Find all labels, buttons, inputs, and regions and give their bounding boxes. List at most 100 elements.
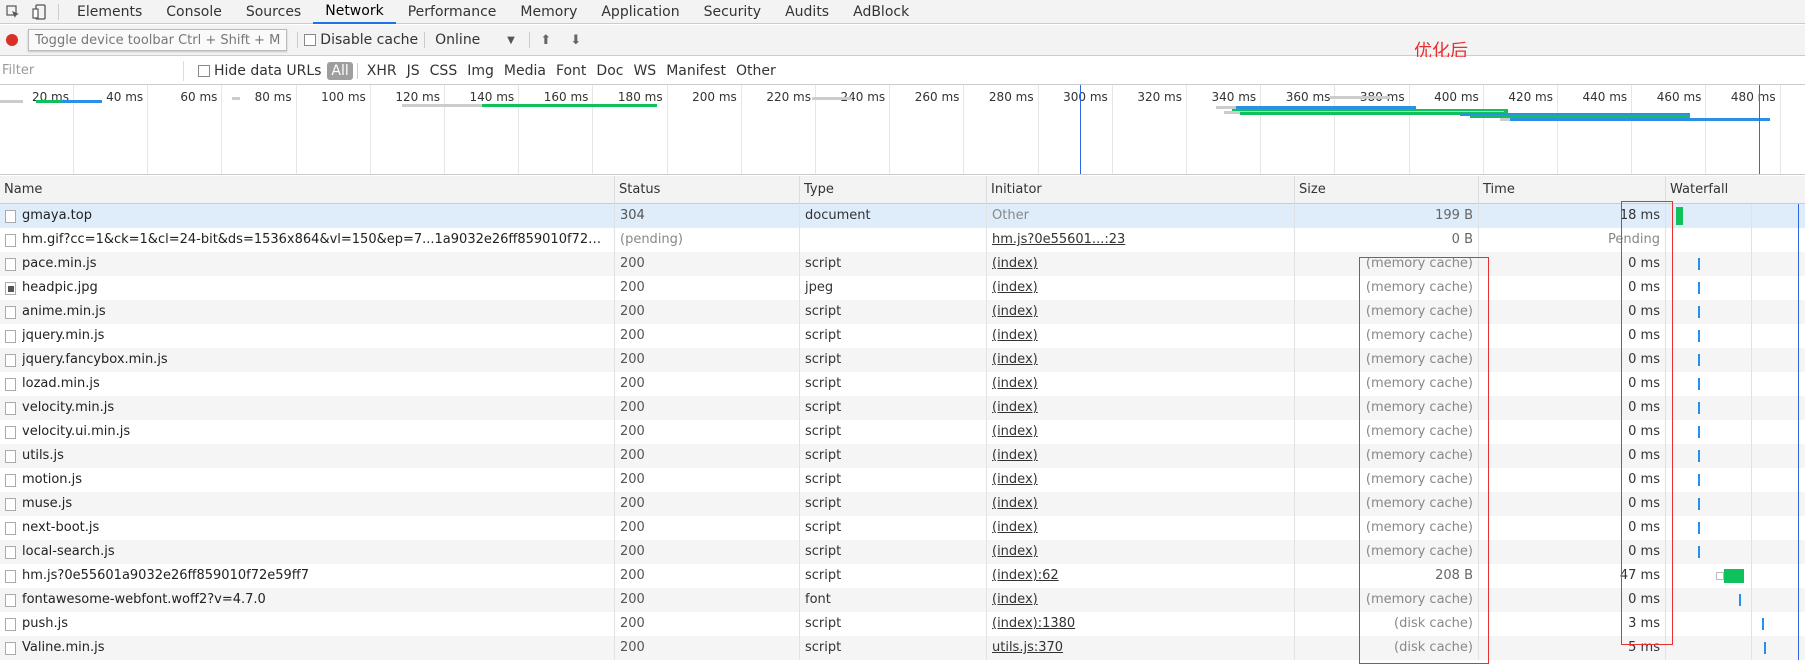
initiator-link[interactable]: hm.js?0e55601...:23 bbox=[992, 232, 1125, 247]
table-row[interactable]: motion.js 200 script (index) (memory cache) 0… bbox=[0, 468, 1805, 492]
initiator-link[interactable]: (index) bbox=[992, 352, 1038, 367]
filter-type-all[interactable]: All bbox=[327, 61, 353, 80]
table-row[interactable]: jquery.min.js 200 script (index) (memory cac… bbox=[0, 324, 1805, 348]
table-row[interactable]: gmaya.top 304 document Other 199 B 18 ms bbox=[0, 204, 1805, 228]
request-name-cell[interactable]: motion.js bbox=[0, 468, 615, 492]
tab-adblock[interactable]: AdBlock bbox=[841, 0, 921, 24]
request-name-cell[interactable]: jquery.fancybox.min.js bbox=[0, 348, 615, 372]
disable-cache-checkbox[interactable] bbox=[304, 34, 317, 46]
throttle-select[interactable]: Online bbox=[435, 32, 505, 48]
filter-type-doc[interactable]: Doc bbox=[591, 63, 628, 79]
initiator-link[interactable]: (index) bbox=[992, 256, 1038, 271]
request-name-cell[interactable]: muse.js bbox=[0, 492, 615, 516]
initiator-link[interactable]: utils.js:370 bbox=[992, 640, 1063, 655]
initiator-link[interactable]: (index):62 bbox=[992, 568, 1059, 583]
initiator-link[interactable]: (index) bbox=[992, 280, 1038, 295]
column-header-size[interactable]: Size bbox=[1295, 176, 1479, 204]
table-row[interactable]: velocity.ui.min.js 200 script (index) (memor… bbox=[0, 420, 1805, 444]
initiator-link[interactable]: (index) bbox=[992, 400, 1038, 415]
tab-network[interactable]: Network bbox=[313, 0, 396, 24]
filter-type-js[interactable]: JS bbox=[402, 63, 425, 79]
tab-sources[interactable]: Sources bbox=[234, 0, 313, 24]
initiator-link[interactable]: (index) bbox=[992, 328, 1038, 343]
initiator-link[interactable]: (index) bbox=[992, 520, 1038, 535]
request-name-cell[interactable]: headpic.jpg bbox=[0, 276, 615, 300]
table-row[interactable]: Valine.min.js 200 script utils.js:370 (disk … bbox=[0, 636, 1805, 660]
column-header-type[interactable]: Type bbox=[800, 176, 987, 204]
request-name-cell[interactable]: jquery.min.js bbox=[0, 324, 615, 348]
column-header-initiator[interactable]: Initiator bbox=[987, 176, 1295, 204]
table-row[interactable]: muse.js 200 script (index) (memory cache) 0 m… bbox=[0, 492, 1805, 516]
request-name-cell[interactable]: velocity.min.js bbox=[0, 396, 615, 420]
request-name-cell[interactable]: lozad.min.js bbox=[0, 372, 615, 396]
inspect-element-icon[interactable] bbox=[0, 0, 26, 24]
initiator-link[interactable]: (index) bbox=[992, 592, 1038, 607]
column-header-name[interactable]: Name bbox=[0, 176, 615, 204]
filter-type-css[interactable]: CSS bbox=[425, 63, 463, 79]
table-row[interactable]: local-search.js 200 script (index) (memory c… bbox=[0, 540, 1805, 564]
waterfall-gridline bbox=[1751, 612, 1752, 636]
request-name-cell[interactable]: velocity.ui.min.js bbox=[0, 420, 615, 444]
table-row[interactable]: headpic.jpg 200 jpeg (index) (memory cache) 0… bbox=[0, 276, 1805, 300]
request-name-cell[interactable]: hm.gif?cc=1&ck=1&cl=24-bit&ds=1536x864&v… bbox=[0, 228, 615, 252]
request-name-cell[interactable]: next-boot.js bbox=[0, 516, 615, 540]
column-header-time[interactable]: Time bbox=[1479, 176, 1666, 204]
request-name-cell[interactable]: anime.min.js bbox=[0, 300, 615, 324]
column-header-waterfall[interactable]: Waterfall bbox=[1666, 176, 1805, 204]
tab-audits[interactable]: Audits bbox=[773, 0, 841, 24]
filter-type-media[interactable]: Media bbox=[499, 63, 551, 79]
filter-type-xhr[interactable]: XHR bbox=[362, 63, 402, 79]
request-name-cell[interactable]: hm.js?0e55601a9032e26ff859010f72e59ff7 bbox=[0, 564, 615, 588]
table-row[interactable]: push.js 200 script (index):1380 (disk cache)… bbox=[0, 612, 1805, 636]
initiator-link[interactable]: (index):1380 bbox=[992, 616, 1075, 631]
initiator-link[interactable]: (index) bbox=[992, 472, 1038, 487]
table-row[interactable]: lozad.min.js 200 script (index) (memory cach… bbox=[0, 372, 1805, 396]
request-time: 5 ms bbox=[1479, 636, 1666, 660]
request-initiator: (index):1380 bbox=[987, 612, 1295, 636]
table-row[interactable]: jquery.fancybox.min.js 200 script (index) (m… bbox=[0, 348, 1805, 372]
device-toolbar-icon[interactable] bbox=[26, 0, 52, 24]
initiator-link[interactable]: (index) bbox=[992, 304, 1038, 319]
tab-application[interactable]: Application bbox=[589, 0, 691, 24]
record-icon[interactable] bbox=[6, 34, 18, 46]
tab-memory[interactable]: Memory bbox=[508, 0, 589, 24]
request-name-cell[interactable]: push.js bbox=[0, 612, 615, 636]
filter-type-img[interactable]: Img bbox=[462, 63, 499, 79]
table-row[interactable]: velocity.min.js 200 script (index) (memory c… bbox=[0, 396, 1805, 420]
table-row[interactable]: anime.min.js 200 script (index) (memory cach… bbox=[0, 300, 1805, 324]
tab-security[interactable]: Security bbox=[692, 0, 774, 24]
request-name-cell[interactable]: fontawesome-webfont.woff2?v=4.7.0 bbox=[0, 588, 615, 612]
filter-input[interactable] bbox=[2, 60, 184, 81]
filter-type-other[interactable]: Other bbox=[731, 63, 781, 79]
column-header-status[interactable]: Status bbox=[615, 176, 800, 204]
request-name-cell[interactable]: local-search.js bbox=[0, 540, 615, 564]
filter-type-manifest[interactable]: Manifest bbox=[661, 63, 731, 79]
tab-elements[interactable]: Elements bbox=[65, 0, 154, 24]
initiator-link[interactable]: (index) bbox=[992, 448, 1038, 463]
request-initiator: (index) bbox=[987, 444, 1295, 468]
request-name-cell[interactable]: Valine.min.js bbox=[0, 636, 615, 660]
initiator-link[interactable]: (index) bbox=[992, 496, 1038, 511]
table-row[interactable]: next-boot.js 200 script (index) (memory cach… bbox=[0, 516, 1805, 540]
load-event-marker bbox=[1759, 85, 1760, 174]
initiator-link[interactable]: (index) bbox=[992, 544, 1038, 559]
chevron-down-icon[interactable]: ▼ bbox=[507, 35, 515, 46]
table-row[interactable]: pace.min.js 200 script (index) (memory cache… bbox=[0, 252, 1805, 276]
import-har-icon[interactable]: ⬆ bbox=[536, 33, 556, 48]
table-row[interactable]: utils.js 200 script (index) (memory cache) 0 … bbox=[0, 444, 1805, 468]
network-overview[interactable]: 20 ms 40 ms 60 ms 80 ms 100 ms 120 ms 140 ms 16… bbox=[0, 85, 1805, 175]
initiator-link[interactable]: (index) bbox=[992, 376, 1038, 391]
request-name-cell[interactable]: pace.min.js bbox=[0, 252, 615, 276]
hide-data-urls-checkbox[interactable] bbox=[198, 64, 210, 77]
request-name-cell[interactable]: gmaya.top bbox=[0, 204, 615, 228]
tab-console[interactable]: Console bbox=[154, 0, 234, 24]
table-row[interactable]: hm.gif?cc=1&ck=1&cl=24-bit&ds=1536x864&v… bbox=[0, 228, 1805, 252]
table-row[interactable]: hm.js?0e55601a9032e26ff859010f72e59ff7 20… bbox=[0, 564, 1805, 588]
filter-type-ws[interactable]: WS bbox=[628, 63, 661, 79]
table-row[interactable]: fontawesome-webfont.woff2?v=4.7.0 200 font… bbox=[0, 588, 1805, 612]
tab-performance[interactable]: Performance bbox=[396, 0, 509, 24]
request-name-cell[interactable]: utils.js bbox=[0, 444, 615, 468]
initiator-link[interactable]: (index) bbox=[992, 424, 1038, 439]
export-har-icon[interactable]: ⬇ bbox=[566, 33, 586, 48]
filter-type-font[interactable]: Font bbox=[551, 63, 591, 79]
